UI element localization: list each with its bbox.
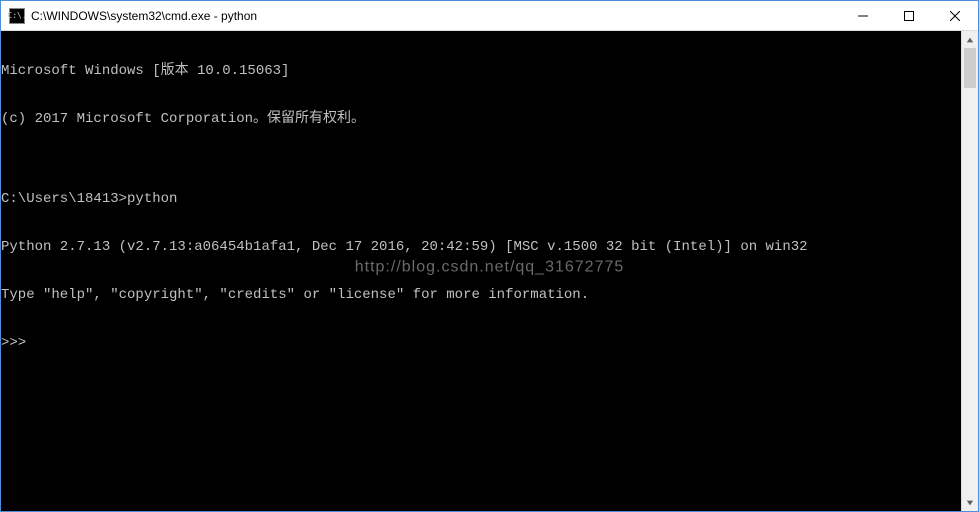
terminal-area: Microsoft Windows [版本 10.0.15063] (c) 20… <box>1 31 978 511</box>
terminal-line: Type "help", "copyright", "credits" or "… <box>1 287 961 303</box>
close-button[interactable] <box>932 1 978 30</box>
scroll-thumb[interactable] <box>964 48 976 88</box>
window-controls <box>840 1 978 30</box>
scroll-down-button[interactable] <box>962 494 978 511</box>
cmd-icon: C:\. <box>9 8 25 24</box>
scroll-up-button[interactable] <box>962 31 978 48</box>
terminal-line: Microsoft Windows [版本 10.0.15063] <box>1 63 961 79</box>
scroll-track[interactable] <box>962 48 978 494</box>
terminal-prompt: >>> <box>1 335 961 351</box>
cmd-window: C:\. C:\WINDOWS\system32\cmd.exe - pytho… <box>0 0 979 512</box>
terminal-line: Python 2.7.13 (v2.7.13:a06454b1afa1, Dec… <box>1 239 961 255</box>
maximize-button[interactable] <box>886 1 932 30</box>
terminal-line: (c) 2017 Microsoft Corporation。保留所有权利。 <box>1 111 961 127</box>
terminal[interactable]: Microsoft Windows [版本 10.0.15063] (c) 20… <box>1 31 961 511</box>
terminal-line: C:\Users\18413>python <box>1 191 961 207</box>
vertical-scrollbar[interactable] <box>961 31 978 511</box>
minimize-button[interactable] <box>840 1 886 30</box>
titlebar[interactable]: C:\. C:\WINDOWS\system32\cmd.exe - pytho… <box>1 1 978 31</box>
window-title: C:\WINDOWS\system32\cmd.exe - python <box>31 9 840 23</box>
